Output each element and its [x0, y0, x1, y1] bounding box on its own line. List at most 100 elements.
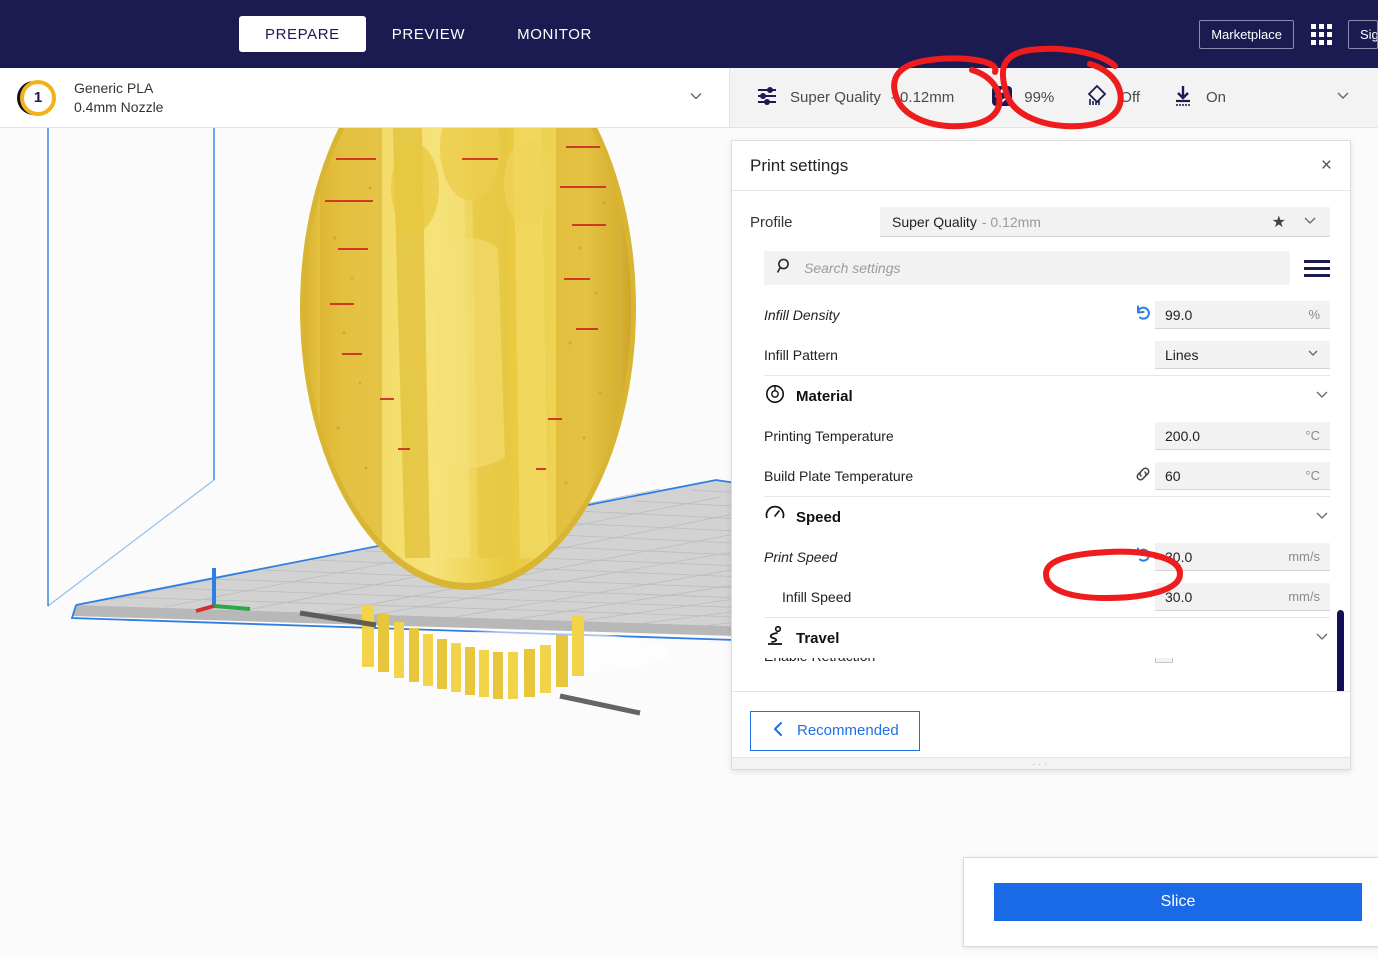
setting-value-field[interactable]: 30.0 mm/s — [1155, 543, 1330, 571]
setting-value-field[interactable]: 200.0 °C — [1155, 422, 1330, 450]
chevron-left-icon — [771, 720, 785, 742]
setting-value: 30.0 — [1165, 548, 1193, 565]
material-chevron-down-icon — [687, 86, 705, 109]
setting-value: 99.0 — [1165, 306, 1193, 323]
infill-pattern-icon — [990, 84, 1014, 112]
tab-prepare-label: PREPARE — [265, 25, 340, 43]
material-info: Generic PLA 0.4mm Nozzle — [74, 79, 163, 117]
settings-list[interactable]: Infill Density 99.0 % Infill Pattern Lin… — [732, 295, 1350, 691]
infill-summary-value: 99% — [1024, 89, 1055, 106]
search-settings-field[interactable] — [764, 251, 1290, 285]
support-summary[interactable]: Off — [1084, 83, 1140, 113]
slice-action-card: Slice — [963, 857, 1378, 947]
sign-in-label: Sign in — [1360, 26, 1377, 42]
recommended-mode-button[interactable]: Recommended — [750, 710, 920, 751]
sign-in-button[interactable]: Sign in — [1348, 19, 1378, 49]
setting-row-enable-retraction[interactable]: Enable Retraction — [764, 658, 1330, 672]
profile-label: Profile — [750, 213, 793, 231]
profile-summary[interactable]: Super Quality - 0.12mm — [754, 83, 954, 113]
section-title: Material — [796, 387, 853, 405]
setting-value-field[interactable]: 30.0 mm/s — [1155, 583, 1330, 611]
setting-value-field[interactable]: 99.0 % — [1155, 301, 1330, 329]
panel-resize-grip[interactable]: ··· — [732, 757, 1350, 769]
print-settings-header: Print settings × — [732, 141, 1350, 191]
section-header-material[interactable]: Material — [764, 376, 1330, 416]
tab-preview[interactable]: PREVIEW — [366, 16, 491, 52]
print-settings-selector[interactable]: Super Quality - 0.12mm 99% Off On — [730, 68, 1378, 128]
top-navigation-bar: PREPARE PREVIEW MONITOR Marketplace Sign… — [0, 0, 1378, 68]
sliders-icon — [754, 83, 780, 113]
setting-value: 30.0 — [1165, 588, 1193, 605]
travel-icon — [764, 625, 786, 652]
setting-value-field[interactable]: 60 °C — [1155, 462, 1330, 490]
cura-application-window: PREPARE PREVIEW MONITOR Marketplace Sign… — [0, 0, 1378, 957]
stage-tabs: PREPARE PREVIEW MONITOR — [239, 16, 618, 52]
section-header-travel[interactable]: Travel — [764, 618, 1330, 658]
marketplace-label: Marketplace — [1211, 26, 1282, 42]
setting-unit: mm/s — [1288, 589, 1320, 604]
tab-prepare[interactable]: PREPARE — [239, 16, 366, 52]
material-spool-icon — [764, 383, 786, 410]
setting-value: 200.0 — [1165, 427, 1201, 444]
setting-value: 60 — [1165, 467, 1181, 484]
section-title: Speed — [796, 508, 842, 526]
setting-row-infill-speed[interactable]: Infill Speed 30.0 mm/s — [764, 577, 1330, 617]
setting-label: Enable Retraction — [764, 658, 1131, 664]
profile-summary-name: Super Quality — [790, 89, 881, 106]
setting-unit: % — [1308, 307, 1320, 322]
setting-unit: mm/s — [1288, 549, 1320, 564]
settings-scrollbar[interactable] — [1337, 610, 1344, 691]
enable-retraction-checkbox[interactable] — [1155, 658, 1173, 663]
favorite-star-icon[interactable]: ★ — [1272, 212, 1286, 232]
build-volume-outline — [47, 128, 215, 607]
setting-unit: °C — [1305, 428, 1320, 443]
extruder-number: 1 — [33, 89, 43, 106]
speedometer-icon — [764, 504, 786, 531]
setting-row-infill-pattern[interactable]: Infill Pattern Lines — [764, 335, 1330, 375]
hamburger-icon[interactable] — [1304, 259, 1330, 277]
tab-monitor[interactable]: MONITOR — [491, 16, 618, 52]
profile-chevron-down-icon[interactable] — [1302, 212, 1318, 231]
revert-icon[interactable] — [1131, 303, 1155, 328]
section-header-speed[interactable]: Speed — [764, 497, 1330, 537]
setting-row-print-speed[interactable]: Print Speed 30.0 mm/s — [764, 537, 1330, 577]
setting-dropdown-field[interactable]: Lines — [1155, 341, 1330, 369]
setting-label: Infill Pattern — [764, 347, 838, 363]
setting-row-printing-temperature[interactable]: Printing Temperature 200.0 °C — [764, 416, 1330, 456]
adhesion-summary-value: On — [1206, 89, 1227, 106]
search-input[interactable] — [804, 260, 1278, 276]
infill-summary[interactable]: 99% — [990, 84, 1054, 112]
slice-button[interactable]: Slice — [994, 883, 1362, 921]
setting-row-infill-density[interactable]: Infill Density 99.0 % — [764, 295, 1330, 335]
setting-checkbox-wrap[interactable] — [1155, 658, 1330, 668]
chevron-down-icon — [1306, 346, 1320, 363]
section-chevron-down-icon[interactable] — [1314, 386, 1330, 407]
profile-summary-layer: - 0.12mm — [890, 89, 955, 106]
support-icon — [1084, 83, 1110, 113]
grid-apps-icon[interactable] — [1308, 21, 1334, 47]
search-row — [732, 247, 1350, 295]
section-chevron-down-icon[interactable] — [1314, 628, 1330, 649]
profile-dropdown[interactable]: Super Quality - 0.12mm ★ — [880, 207, 1330, 237]
setting-label: Infill Speed — [782, 589, 852, 605]
print-settings-title: Print settings — [750, 155, 849, 175]
adhesion-icon — [1170, 83, 1196, 113]
settings-chevron-down-icon[interactable] — [1334, 86, 1352, 109]
configuration-bar: 1 Generic PLA 0.4mm Nozzle Super Quality… — [0, 68, 1378, 128]
support-summary-value: Off — [1120, 89, 1141, 106]
link-icon[interactable] — [1131, 464, 1155, 488]
setting-row-build-plate-temperature[interactable]: Build Plate Temperature 60 °C — [764, 456, 1330, 496]
marketplace-button[interactable]: Marketplace — [1199, 19, 1294, 49]
setting-value: Lines — [1165, 346, 1199, 363]
nozzle-size: 0.4mm Nozzle — [74, 98, 164, 115]
material-configuration-selector[interactable]: 1 Generic PLA 0.4mm Nozzle — [0, 68, 730, 128]
recommended-label: Recommended — [797, 722, 899, 739]
material-name: Generic PLA — [74, 79, 154, 96]
adhesion-summary[interactable]: On — [1170, 83, 1226, 113]
profile-row: Profile Super Quality - 0.12mm ★ — [732, 191, 1350, 247]
setting-label: Build Plate Temperature — [764, 468, 914, 484]
close-icon[interactable]: × — [1321, 156, 1332, 175]
setting-label: Printing Temperature — [764, 428, 894, 444]
section-chevron-down-icon[interactable] — [1314, 507, 1330, 528]
revert-icon[interactable] — [1131, 545, 1155, 570]
